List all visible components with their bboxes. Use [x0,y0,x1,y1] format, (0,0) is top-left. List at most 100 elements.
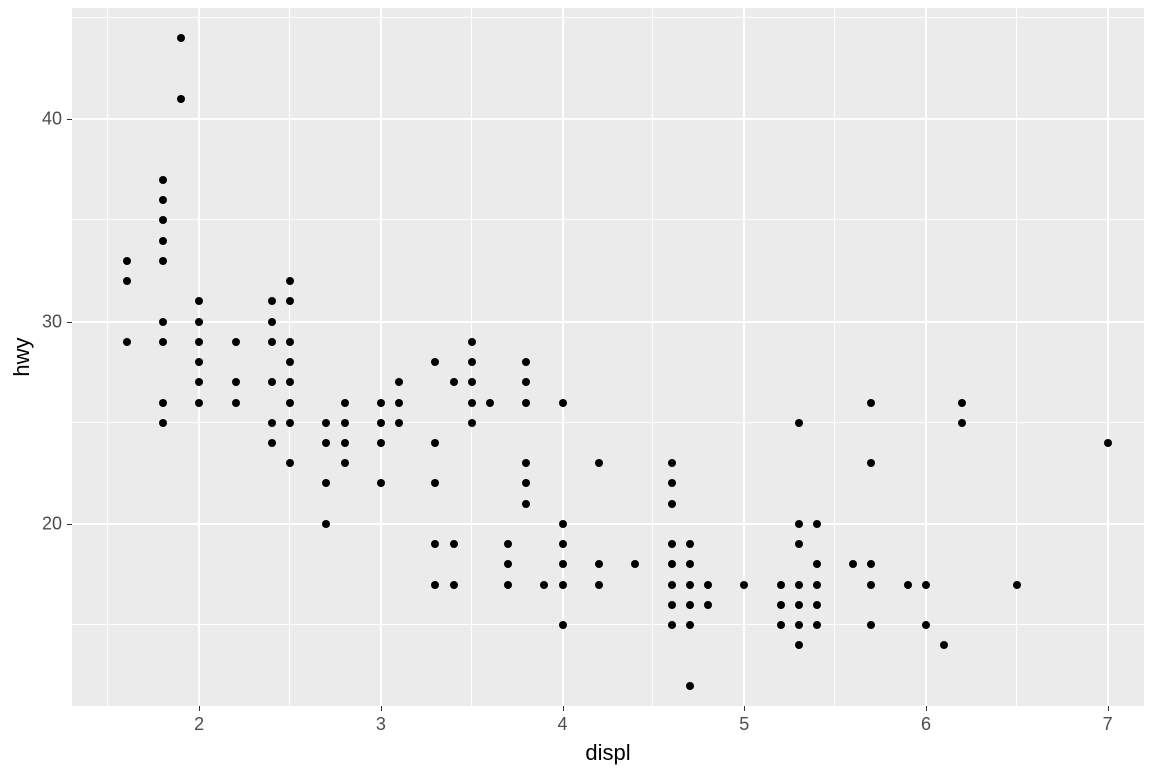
data-point [159,176,167,184]
data-point [704,581,712,589]
data-point [268,297,276,305]
data-point [813,581,821,589]
x-tick-label: 5 [739,714,749,735]
data-point [740,581,748,589]
major-gridline [72,321,1144,323]
data-point [377,419,385,427]
data-point [559,520,567,528]
data-point [522,399,530,407]
data-point [159,216,167,224]
data-point [668,479,676,487]
data-point [322,419,330,427]
data-point [686,601,694,609]
data-point [450,540,458,548]
data-point [268,419,276,427]
data-point [450,378,458,386]
data-point [795,419,803,427]
x-tick-mark [199,706,200,711]
data-point [922,581,930,589]
data-point [159,338,167,346]
data-point [777,581,785,589]
data-point [159,419,167,427]
data-point [268,318,276,326]
data-point [559,540,567,548]
x-tick-label: 2 [194,714,204,735]
data-point [195,318,203,326]
data-point [867,560,875,568]
minor-gridline [289,8,290,706]
data-point [1104,439,1112,447]
data-point [395,378,403,386]
data-point [958,399,966,407]
data-point [777,601,785,609]
data-point [795,601,803,609]
x-tick-mark [563,706,564,711]
minor-gridline [72,17,1144,18]
data-point [522,378,530,386]
data-point [195,338,203,346]
minor-gridline [834,8,835,706]
data-point [795,520,803,528]
major-gridline [198,8,200,706]
scatter-chart: displ hwy 234567203040 [0,0,1152,768]
data-point [159,399,167,407]
data-point [813,520,821,528]
data-point [686,581,694,589]
data-point [177,95,185,103]
data-point [867,581,875,589]
data-point [559,621,567,629]
data-point [268,338,276,346]
data-point [159,257,167,265]
minor-gridline [72,219,1144,220]
data-point [522,459,530,467]
data-point [777,621,785,629]
data-point [522,479,530,487]
data-point [159,237,167,245]
y-tick-label: 20 [42,513,62,534]
data-point [123,338,131,346]
data-point [468,338,476,346]
data-point [504,540,512,548]
y-tick-mark [67,524,72,525]
data-point [595,560,603,568]
x-axis-title: displ [585,740,630,766]
data-point [1013,581,1021,589]
data-point [431,540,439,548]
data-point [540,581,548,589]
major-gridline [72,523,1144,525]
data-point [813,560,821,568]
data-point [522,500,530,508]
data-point [504,560,512,568]
data-point [849,560,857,568]
x-tick-mark [926,706,927,711]
y-tick-mark [67,322,72,323]
data-point [377,439,385,447]
data-point [377,399,385,407]
data-point [559,560,567,568]
data-point [522,358,530,366]
y-tick-label: 40 [42,109,62,130]
data-point [468,358,476,366]
data-point [559,581,567,589]
data-point [668,581,676,589]
data-point [322,479,330,487]
y-axis-title: hwy [9,337,35,376]
data-point [286,297,294,305]
major-gridline [743,8,745,706]
data-point [686,621,694,629]
x-tick-label: 7 [1103,714,1113,735]
data-point [195,358,203,366]
y-tick-label: 30 [42,311,62,332]
minor-gridline [1016,8,1017,706]
data-point [431,479,439,487]
data-point [268,378,276,386]
data-point [867,399,875,407]
x-tick-label: 4 [558,714,568,735]
data-point [322,520,330,528]
data-point [795,621,803,629]
data-point [123,277,131,285]
data-point [195,399,203,407]
data-point [668,459,676,467]
data-point [232,338,240,346]
y-tick-mark [67,119,72,120]
